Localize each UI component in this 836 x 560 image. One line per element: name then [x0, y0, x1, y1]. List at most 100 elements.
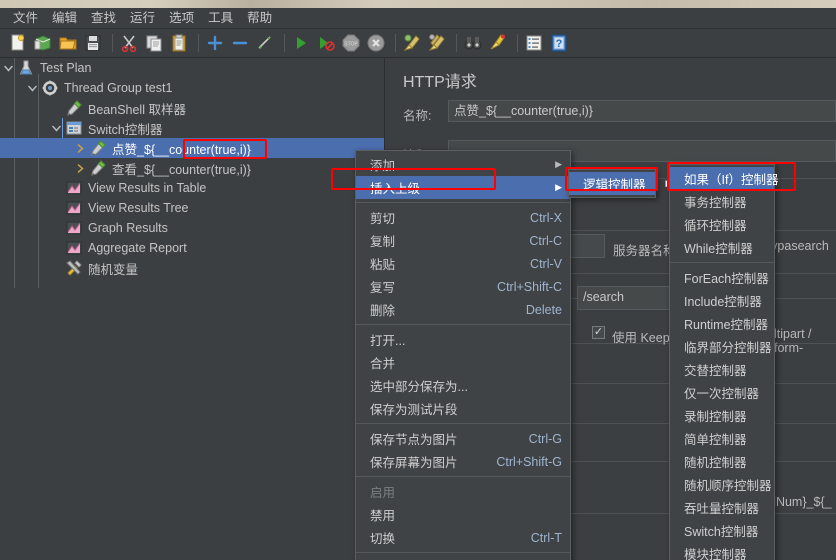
tree-node[interactable]: 点赞_${__counter(true,i)} [0, 138, 384, 158]
ctx-toggle[interactable]: 切换 Ctrl-T [356, 526, 570, 549]
port-field[interactable] [565, 234, 605, 258]
ctx-save-screen-as-image[interactable]: 保存屏幕为图片 Ctrl+Shift-G [356, 450, 570, 473]
tree-node[interactable]: View Results in Table [0, 178, 384, 198]
name-field[interactable]: 点赞_${__counter(true,i)} [448, 100, 836, 122]
tree-node[interactable]: Switch控制器 [0, 118, 384, 138]
tree-twisty-right-icon[interactable] [76, 143, 90, 153]
ctrl-interleave[interactable]: 交替控制器 [670, 358, 774, 381]
sub-logic-controller[interactable]: 逻辑控制器▶ [569, 172, 672, 195]
menu-options[interactable]: 选项 [162, 9, 201, 28]
menu-item-label: 启用 [370, 486, 396, 500]
menu-file[interactable]: 文件 [6, 9, 45, 28]
listener-icon [66, 240, 84, 256]
ctx-save-selection-as[interactable]: 选中部分保存为... [356, 374, 570, 397]
tree-twisty-right-icon[interactable] [76, 163, 90, 173]
paste-clipboard-icon[interactable] [168, 32, 190, 54]
tree-twisty-down-icon[interactable] [52, 124, 66, 133]
submenu-insert-parent[interactable]: 逻辑控制器▶ [568, 169, 672, 198]
ctx-save-as-test-fragment[interactable]: 保存为测试片段 [356, 397, 570, 420]
ctrl-foreach[interactable]: ForEach控制器 [670, 266, 774, 289]
ctx-open[interactable]: 打开... [356, 328, 570, 351]
ctx-paste[interactable]: 粘贴 Ctrl-V [356, 252, 570, 275]
collapse-minus-icon[interactable] [229, 32, 251, 54]
search-binoculars-icon[interactable] [462, 32, 484, 54]
ctrl-critical-section[interactable]: 临界部分控制器 [670, 335, 774, 358]
menu-separator [356, 423, 570, 424]
expand-plus-icon[interactable] [204, 32, 226, 54]
listener-icon [66, 220, 84, 236]
ctrl-runtime[interactable]: Runtime控制器 [670, 312, 774, 335]
tree-node[interactable]: Graph Results [0, 218, 384, 238]
function-helper-icon[interactable] [523, 32, 545, 54]
ctx-disable[interactable]: 禁用 [356, 503, 570, 526]
menu-item-shortcut: Ctrl-T [530, 530, 562, 545]
cut-scissors-icon[interactable] [118, 32, 140, 54]
menu-item-label: ForEach控制器 [684, 272, 769, 286]
ctrl-simple[interactable]: 简单控制器 [670, 427, 774, 450]
templates-icon[interactable] [32, 32, 54, 54]
ctx-insert-parent[interactable]: 插入上级 ▶ [356, 176, 570, 199]
tree-node[interactable]: 随机变量 [0, 258, 384, 278]
ctrl-throughput[interactable]: 吞吐量控制器 [670, 496, 774, 519]
menu-tools[interactable]: 工具 [201, 9, 240, 28]
menu-search[interactable]: 查找 [84, 9, 123, 28]
tree-node[interactable]: BeanShell 取样器 [0, 98, 384, 118]
tree-twisty-down-icon[interactable] [4, 64, 18, 73]
ctrl-loop[interactable]: 循环控制器 [670, 213, 774, 236]
ctx-help[interactable]: 帮助 [356, 556, 570, 560]
clear-all-broom-icon[interactable] [426, 32, 448, 54]
menu-separator [356, 476, 570, 477]
ctrl-include[interactable]: Include控制器 [670, 289, 774, 312]
clear-broom-icon[interactable] [401, 32, 423, 54]
ctx-add[interactable]: 添加 ▶ [356, 153, 570, 176]
ctrl-module[interactable]: 模块控制器 [670, 542, 774, 560]
ctx-delete[interactable]: 删除 Delete [356, 298, 570, 321]
keepalive-checkbox[interactable]: ✓ [592, 326, 605, 339]
ctrl-recording[interactable]: 录制控制器 [670, 404, 774, 427]
context-menu[interactable]: 添加 ▶ 插入上级 ▶ 剪切 Ctrl-X 复制 Ctrl-C 粘贴 Ctrl-V 复写 Ctrl+S… [355, 150, 571, 560]
ctrl-random-order[interactable]: 随机顺序控制器 [670, 473, 774, 496]
tree-node-label: View Results Tree [88, 201, 189, 215]
open-folder-icon[interactable] [57, 32, 79, 54]
menu-item-label: 循环控制器 [684, 219, 747, 233]
ctrl-random[interactable]: 随机控制器 [670, 450, 774, 473]
ctrl-if[interactable]: 如果（If）控制器 [670, 167, 778, 190]
server-name-label: 服务器名称 [613, 244, 676, 258]
help-question-icon[interactable]: ? [548, 32, 570, 54]
shutdown-icon[interactable] [365, 32, 387, 54]
tree-node[interactable]: Thread Group test1 [0, 78, 384, 98]
new-file-icon[interactable] [7, 32, 29, 54]
tree-node[interactable]: View Results Tree [0, 198, 384, 218]
menu-edit[interactable]: 编辑 [45, 9, 84, 28]
ctrl-while[interactable]: While控制器 [670, 236, 774, 259]
stop-icon[interactable]: STOP [340, 32, 362, 54]
reset-broom-icon[interactable] [487, 32, 509, 54]
tree-node[interactable]: Test Plan [0, 58, 384, 78]
submenu-logic-controller[interactable]: 如果（If）控制器 事务控制器循环控制器 While控制器 ForEach控制器 Inc… [669, 164, 778, 560]
start-no-timers-icon[interactable] [315, 32, 337, 54]
toolbar-separator [456, 34, 457, 52]
save-icon[interactable] [82, 32, 104, 54]
ctx-cut[interactable]: 剪切 Ctrl-X [356, 206, 570, 229]
copy-icon[interactable] [143, 32, 165, 54]
test-plan-tree[interactable]: Test Plan Thread Group test1 BeanShell 取样器… [0, 58, 385, 560]
menu-item-label: 复写 [370, 281, 396, 295]
tree-node[interactable]: Aggregate Report [0, 238, 384, 258]
ctx-duplicate[interactable]: 复写 Ctrl+Shift-C [356, 275, 570, 298]
ctrl-once-only[interactable]: 仅一次控制器 [670, 381, 774, 404]
menu-help[interactable]: 帮助 [240, 9, 279, 28]
start-play-icon[interactable] [290, 32, 312, 54]
tree-node[interactable]: 查看_${__counter(true,i)} [0, 158, 384, 178]
toolbar-separator [517, 34, 518, 52]
tree-node-label: Thread Group test1 [64, 81, 173, 95]
ctx-save-node-as-image[interactable]: 保存节点为图片 Ctrl-G [356, 427, 570, 450]
ctx-merge[interactable]: 合并 [356, 351, 570, 374]
menu-run[interactable]: 运行 [123, 9, 162, 28]
toggle-icon[interactable] [254, 32, 276, 54]
menu-item-shortcut: Ctrl-X [530, 210, 562, 225]
menu-item-label: 切换 [370, 532, 396, 546]
ctrl-transaction[interactable]: 事务控制器 [670, 190, 774, 213]
ctx-copy[interactable]: 复制 Ctrl-C [356, 229, 570, 252]
ctrl-switch[interactable]: Switch控制器 [670, 519, 774, 542]
tree-twisty-down-icon[interactable] [28, 84, 42, 93]
